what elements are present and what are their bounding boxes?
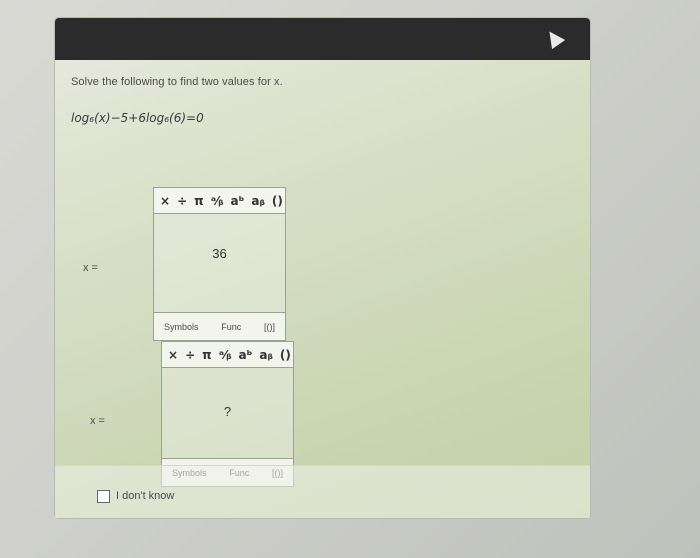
subscript-button[interactable]: aᵦ bbox=[259, 348, 273, 362]
answer-value-1: 36 bbox=[212, 246, 227, 261]
pi-button[interactable]: π bbox=[202, 348, 212, 362]
mouse-cursor-icon bbox=[542, 26, 566, 50]
equation-text: log₆(x)−5+6log₆(6)=0 bbox=[71, 111, 204, 125]
dont-know-checkbox[interactable] bbox=[97, 490, 110, 503]
top-bar bbox=[55, 18, 590, 60]
math-toolbar-1: × ÷ π ᵃ⁄ᵦ aᵇ aᵦ () bbox=[154, 188, 285, 214]
divide-button[interactable]: ÷ bbox=[177, 194, 187, 208]
times-button[interactable]: × bbox=[168, 348, 178, 362]
dont-know-label[interactable]: I don't know bbox=[116, 490, 174, 502]
x-label-1: x = bbox=[83, 262, 98, 274]
browser-screen: Solve the following to find two values f… bbox=[55, 18, 590, 518]
answer-box-1[interactable]: × ÷ π ᵃ⁄ᵦ aᵇ aᵦ () 36 Symbols Func [()] bbox=[153, 187, 286, 341]
tab-symbols[interactable]: Symbols bbox=[164, 322, 199, 332]
x-label-2: x = bbox=[90, 415, 105, 427]
power-button[interactable]: aᵇ bbox=[231, 194, 245, 208]
subscript-button[interactable]: aᵦ bbox=[251, 194, 265, 208]
fraction-button[interactable]: ᵃ⁄ᵦ bbox=[219, 348, 232, 362]
times-button[interactable]: × bbox=[160, 194, 170, 208]
parens-button[interactable]: () bbox=[272, 194, 283, 208]
math-toolbar-2: × ÷ π ᵃ⁄ᵦ aᵇ aᵦ () bbox=[162, 342, 293, 368]
answer-value-2: ? bbox=[223, 404, 232, 419]
pi-button[interactable]: π bbox=[194, 194, 204, 208]
bottom-tabs-1: Symbols Func [()] bbox=[154, 312, 285, 340]
question-prompt: Solve the following to find two values f… bbox=[71, 76, 283, 88]
divide-button[interactable]: ÷ bbox=[185, 348, 195, 362]
parens-button[interactable]: () bbox=[280, 348, 291, 362]
tab-func[interactable]: Func bbox=[221, 322, 241, 332]
power-button[interactable]: aᵇ bbox=[239, 348, 253, 362]
answer-input-2[interactable]: ? bbox=[162, 368, 293, 458]
footer-area: I don't know bbox=[55, 465, 590, 518]
fraction-button[interactable]: ᵃ⁄ᵦ bbox=[211, 194, 224, 208]
answer-input-1[interactable]: 36 bbox=[154, 214, 285, 312]
tab-braces[interactable]: [()] bbox=[264, 322, 275, 332]
